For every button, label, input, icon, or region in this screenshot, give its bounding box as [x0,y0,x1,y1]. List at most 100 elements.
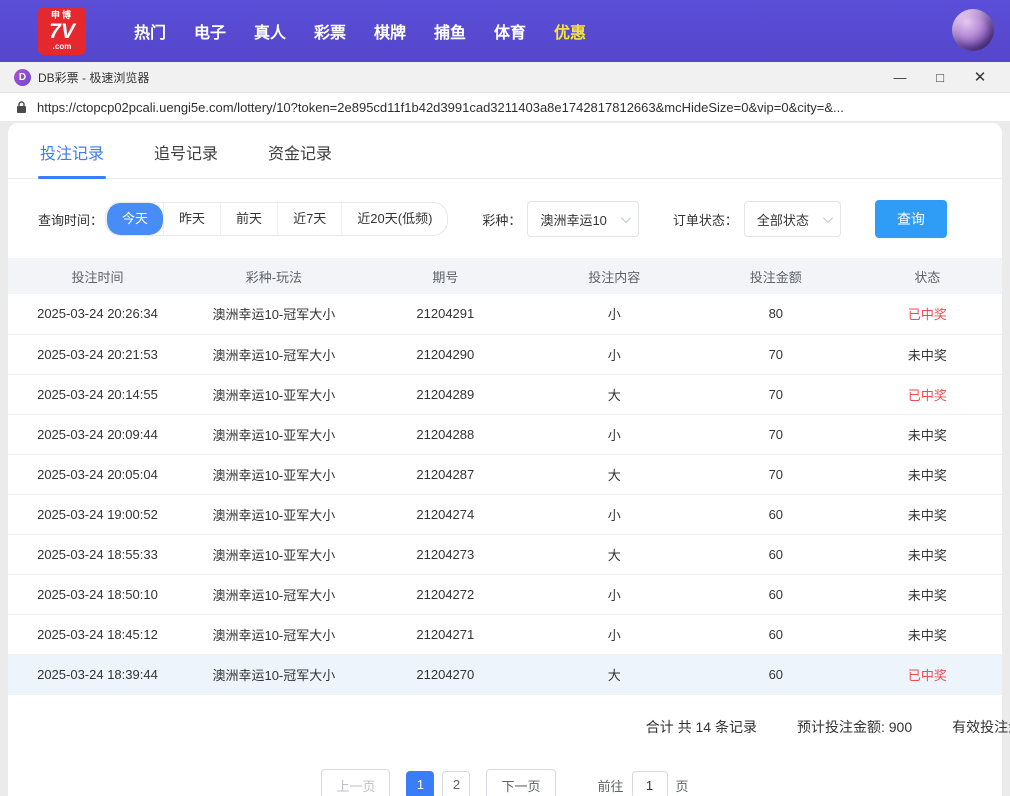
tab[interactable]: 追号记录 [152,123,220,178]
cell-issue-number: 21204289 [360,374,530,415]
search-button[interactable]: 查询 [874,200,947,238]
summary-total: 合计 共 14 条记录 [645,718,757,735]
order-status-select[interactable]: 全部状态 [743,201,841,237]
cell-issue-number: 21204274 [360,494,530,535]
cell-game-play: 澳洲幸运10-冠军大小 [186,334,361,375]
cell-bet-content: 小 [529,414,699,455]
table-row: 2025-03-24 18:45:12 澳洲幸运10-冠军大小 21204271… [8,614,1002,655]
cell-status: 已中奖 [852,294,1002,335]
goto-label: 前往 [597,778,624,794]
time-filter-option[interactable]: 近20天(低频) [341,203,447,235]
table-header: 投注时间 彩种-玩法 期号 投注内容 投注金额 状态 [8,258,1002,294]
table-row: 2025-03-24 20:21:53 澳洲幸运10-冠军大小 21204290… [8,334,1002,375]
cell-bet-time: 2025-03-24 20:09:44 [8,414,187,455]
lottery-select[interactable]: 澳洲幸运10 [527,201,639,237]
time-filter-option[interactable]: 近7天 [277,203,341,235]
table-row: 2025-03-24 18:39:44 澳洲幸运10-冠军大小 21204270… [8,654,1002,695]
cell-bet-content: 大 [529,534,699,575]
cell-bet-amount: 60 [698,654,853,695]
page-number-button[interactable]: 1 [406,771,435,796]
cell-game-play: 澳洲幸运10-冠军大小 [186,614,361,655]
cell-bet-amount: 60 [698,494,853,535]
cell-bet-amount: 60 [698,534,853,575]
goto-page-input[interactable] [631,771,668,796]
nav-item[interactable]: 真人 [240,19,300,43]
cell-issue-number: 21204290 [360,334,530,375]
table-header-cell: 投注时间 [8,258,187,294]
nav-item[interactable]: 体育 [480,19,540,43]
summary-valid-amount: 有效投注金额: [952,718,1010,735]
lock-icon [17,100,26,113]
nav-item[interactable]: 优惠 [540,19,600,43]
maximize-button[interactable]: □ [920,62,960,93]
browser-titlebar: D DB彩票 - 极速浏览器 — □ ✕ [0,62,1010,93]
table-row: 2025-03-24 20:14:55 澳洲幸运10-亚军大小 21204289… [8,374,1002,415]
time-filter-label: 查询时间： [38,212,104,228]
cell-status: 未中奖 [852,614,1002,655]
cell-bet-time: 2025-03-24 20:14:55 [8,374,187,415]
table-header-cell: 期号 [360,258,530,294]
cell-issue-number: 21204288 [360,414,530,455]
cell-bet-time: 2025-03-24 19:00:52 [8,494,187,535]
cell-bet-amount: 60 [698,614,853,655]
cell-issue-number: 21204291 [360,294,530,335]
cell-bet-content: 小 [529,294,699,335]
table-row: 2025-03-24 18:55:33 澳洲幸运10-亚军大小 21204273… [8,534,1002,575]
cell-game-play: 澳洲幸运10-亚军大小 [186,494,361,535]
prev-page-button[interactable]: 上一页 [321,768,391,796]
tab-bar: 投注记录 追号记录 资金记录 [8,123,1002,179]
time-filter-option[interactable]: 前天 [220,203,277,235]
table-row: 2025-03-24 20:26:34 澳洲幸运10-冠军大小 21204291… [8,294,1002,335]
content-card: 投注记录 追号记录 资金记录 查询时间： 今天 昨天 前天 近7天 近20天(低… [8,123,1010,796]
goto-page-unit: 页 [675,778,689,794]
nav-item[interactable]: 彩票 [300,19,360,43]
cell-bet-content: 小 [529,614,699,655]
cell-bet-time: 2025-03-24 20:26:34 [8,294,187,335]
cell-issue-number: 21204270 [360,654,530,695]
table-header-cell: 彩种-玩法 [186,258,361,294]
cell-bet-content: 小 [529,494,699,535]
user-avatar[interactable] [952,9,994,51]
chevron-down-icon [822,212,833,223]
site-nav: 申博 7V .com 热门 电子 真人 彩票 棋牌 捕鱼 体育 优惠 [0,0,1010,62]
time-filter-option[interactable]: 今天 [106,203,164,235]
tab[interactable]: 投注记录 [38,123,107,179]
time-filter-group: 今天 昨天 前天 近7天 近20天(低频) [105,202,449,236]
cell-status: 未中奖 [852,494,1002,535]
cell-game-play: 澳洲幸运10-冠军大小 [186,654,361,695]
tab[interactable]: 资金记录 [266,123,334,178]
pagination: 上一页 1 2 下一页 前往 页 [8,768,1002,796]
summary-row: 合计 共 14 条记录 预计投注金额: 900 有效投注金额: [8,695,1010,747]
order-status-select-value: 全部状态 [756,212,809,228]
cell-status: 未中奖 [852,574,1002,615]
cell-bet-time: 2025-03-24 18:45:12 [8,614,187,655]
next-page-button[interactable]: 下一页 [486,768,556,796]
cell-status: 已中奖 [852,654,1002,695]
nav-item[interactable]: 电子 [180,19,240,43]
page-number-button[interactable]: 2 [442,771,471,796]
cell-game-play: 澳洲幸运10-亚军大小 [186,414,361,455]
cell-status: 未中奖 [852,534,1002,575]
minimize-button[interactable]: — [880,62,920,93]
table-row: 2025-03-24 19:00:52 澳洲幸运10-亚军大小 21204274… [8,494,1002,535]
nav-item[interactable]: 捕鱼 [420,19,480,43]
cell-issue-number: 21204271 [360,614,530,655]
cell-bet-content: 小 [529,334,699,375]
browser-favicon-icon: D [14,68,31,86]
cell-status: 未中奖 [852,454,1002,495]
cell-issue-number: 21204273 [360,534,530,575]
site-logo[interactable]: 申博 7V .com [38,7,86,55]
time-filter-option[interactable]: 昨天 [163,203,220,235]
nav-item[interactable]: 棋牌 [360,19,420,43]
lottery-select-value: 澳洲幸运10 [540,212,607,228]
nav-item[interactable]: 热门 [120,19,180,43]
cell-bet-time: 2025-03-24 18:55:33 [8,534,187,575]
page-number-list: 1 2 [402,771,474,796]
cell-bet-amount: 70 [698,414,853,455]
page-background: 投注记录 追号记录 资金记录 查询时间： 今天 昨天 前天 近7天 近20天(低… [0,121,1010,796]
close-button[interactable]: ✕ [960,62,1000,93]
address-bar[interactable]: https://ctopcp02pcali.uengi5e.com/lotter… [0,93,1010,121]
cell-bet-amount: 60 [698,574,853,615]
cell-status: 未中奖 [852,334,1002,375]
table-row: 2025-03-24 20:09:44 澳洲幸运10-亚军大小 21204288… [8,414,1002,455]
